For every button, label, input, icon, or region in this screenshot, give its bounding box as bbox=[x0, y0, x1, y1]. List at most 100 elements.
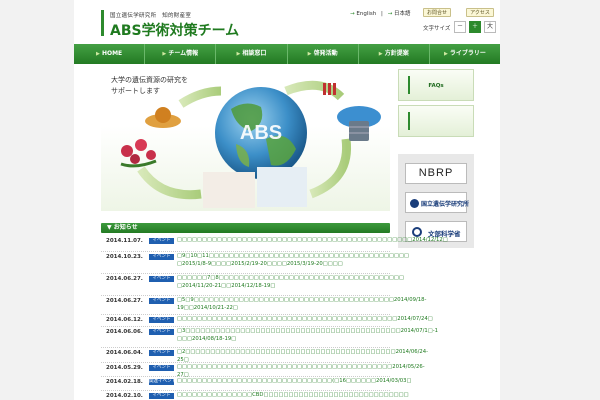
spice-icon bbox=[145, 107, 181, 128]
nav-item-outreach[interactable]: ▶ 啓発活動 bbox=[288, 44, 359, 64]
logo-accent-bar bbox=[101, 10, 104, 36]
nig-logo-icon bbox=[410, 199, 419, 208]
news-item: 2014.06.06. イベント □3□□□□□□□□□□□□□□□□□□□□□… bbox=[101, 327, 438, 348]
news-badge: イベント bbox=[149, 317, 174, 323]
news-date: 2014.06.27. bbox=[106, 276, 143, 282]
news-list: 2014.11.07. イベント □□□□□□□□□□□□□□□□□□□□□□□… bbox=[101, 236, 448, 400]
lang-japanese-link[interactable]: 日本語 bbox=[394, 11, 411, 17]
arrow-right-icon: → bbox=[387, 11, 393, 17]
nav-item-label: ライブラリー bbox=[449, 50, 486, 57]
news-item: 2014.10.23. イベント □9□10□11□□□□□□□□□□□□□□□… bbox=[101, 252, 409, 274]
font-size-medium-button[interactable]: ＋ bbox=[469, 21, 481, 33]
photo-handshake bbox=[203, 172, 255, 208]
news-date: 2014.02.18. bbox=[106, 379, 143, 385]
news-badge: イベント bbox=[149, 298, 174, 304]
flower-icon bbox=[120, 139, 157, 168]
news-link[interactable]: □□□□□□□□□□□□□□□□□□□□□□□□□□□□□□□□□□□□□□□□… bbox=[177, 316, 433, 324]
nav-item-label: 相談窓口 bbox=[242, 50, 267, 57]
nav-item-team-info[interactable]: ▶ チーム情報 bbox=[145, 44, 217, 64]
news-item: 2014.02.18. 関連イベント □□□□□□□□□□□□□□□□□□□□□… bbox=[101, 377, 412, 391]
lang-english-link[interactable]: English bbox=[356, 11, 376, 17]
header: 国立遺伝学研究所 知的財産室 ABS学術対策チーム → English | → … bbox=[74, 0, 500, 44]
page: 国立遺伝学研究所 知的財産室 ABS学術対策チーム → English | → … bbox=[74, 0, 500, 400]
photo-laboratory bbox=[257, 167, 307, 207]
font-size-large-button[interactable]: 大 bbox=[484, 21, 496, 33]
sidebar-link[interactable] bbox=[398, 105, 474, 137]
font-size-small-button[interactable]: － bbox=[454, 21, 466, 33]
cloud-database-icon bbox=[337, 106, 381, 141]
news-link[interactable]: □□□□□□□□□□□□□□□□□□□□□□□□□□□□□□□□□□□□□□□□… bbox=[177, 237, 448, 245]
news-link[interactable]: □□□□□□□□□□□□□□□□□□□□□□□□□□□□□□□(□16□□□□□… bbox=[177, 378, 412, 386]
accent-bar bbox=[408, 112, 410, 130]
nav-item-policy[interactable]: ▶ 方針提案 bbox=[359, 44, 430, 64]
news-date: 2014.06.27. bbox=[106, 298, 143, 304]
nav-item-label: 啓発活動 bbox=[313, 50, 338, 57]
logo-subtitle[interactable]: 国立遺伝学研究所 知的財産室 bbox=[110, 11, 191, 19]
cycle-arrow bbox=[137, 166, 202, 200]
access-button[interactable]: アクセス bbox=[466, 8, 494, 17]
news-item: 2014.06.12. イベント □□□□□□□□□□□□□□□□□□□□□□□… bbox=[101, 315, 433, 327]
news-badge: イベント bbox=[149, 350, 174, 356]
contact-button[interactable]: お問合せ bbox=[423, 8, 451, 17]
news-item: 2014.05.29. イベント □□□□□□□□□□□□□□□□□□□□□□□… bbox=[101, 363, 425, 378]
news-link[interactable]: □5□9□□□□□□□□□□□□□□□□□□□□□□□□□□□□□□□□□□□□… bbox=[177, 297, 426, 312]
news-badge: イベント bbox=[149, 254, 174, 260]
news-item: 2014.11.07. イベント □□□□□□□□□□□□□□□□□□□□□□□… bbox=[101, 236, 448, 252]
news-item: 2014.06.27. イベント □5□9□□□□□□□□□□□□□□□□□□□… bbox=[101, 296, 426, 315]
news-date: 2014.10.23. bbox=[106, 254, 143, 260]
arrow-right-icon: → bbox=[350, 11, 355, 17]
triangle-right-icon: ▶ bbox=[236, 51, 241, 57]
triangle-right-icon: ▶ bbox=[307, 51, 312, 57]
news-heading-label: お知らせ bbox=[113, 224, 138, 231]
news-link[interactable]: □□□□□□□□□□□□□□□CBD□□□□□□□□□□□□□□□□□□□□□□… bbox=[177, 392, 409, 400]
nbrp-banner[interactable]: NBRP bbox=[405, 163, 467, 184]
news-badge: イベント bbox=[149, 276, 174, 282]
triangle-down-icon: ▼ bbox=[107, 224, 112, 231]
nav-item-label: HOME bbox=[101, 50, 123, 57]
nav-item-consultation[interactable]: ▶ 相談窓口 bbox=[216, 44, 288, 64]
hero-image: 大学の遺伝資源の研究を サポートします ABS bbox=[101, 69, 390, 211]
news-item: 2014.02.10. イベント □□□□□□□□□□□□□□□CBD□□□□□… bbox=[101, 391, 409, 400]
news-link[interactable]: □9□10□11□□□□□□□□□□□□□□□□□□□□□□□□□□□□□□□□… bbox=[177, 253, 409, 268]
language-switcher: → English | → 日本語 bbox=[350, 9, 410, 17]
triangle-right-icon: ▶ bbox=[378, 51, 383, 57]
news-item: 2014.06.27. イベント □□□□□□7□8□□□□□□□□□□□□□□… bbox=[101, 274, 404, 296]
news-item: 2014.06.04. イベント □2□□□□□□□□□□□□□□□□□□□□□… bbox=[101, 348, 428, 364]
triangle-right-icon: ▶ bbox=[443, 51, 448, 57]
nav-item-home[interactable]: ▶ HOME bbox=[74, 44, 146, 64]
news-badge: イベント bbox=[149, 365, 174, 371]
divider: | bbox=[380, 11, 383, 17]
hero-illustration: ABS bbox=[120, 80, 381, 208]
nav-item-label: チーム情報 bbox=[168, 50, 199, 57]
nig-banner[interactable]: 国立遺伝学研究所 bbox=[405, 192, 470, 213]
news-date: 2014.06.04. bbox=[106, 350, 143, 356]
news-date: 2014.02.10. bbox=[106, 393, 143, 399]
triangle-right-icon: ▶ bbox=[96, 51, 100, 57]
news-date: 2014.11.07. bbox=[106, 238, 143, 244]
triangle-right-icon: ▶ bbox=[162, 51, 167, 57]
cycle-arrow bbox=[178, 86, 222, 108]
news-link[interactable]: □□□□□□7□8□□□□□□□□□□□□□□□□□□□□□□□□□□□□□□□… bbox=[177, 275, 404, 290]
site-logo[interactable]: ABS学術対策チーム bbox=[110, 20, 239, 40]
faq-label: FAQs bbox=[428, 83, 444, 89]
font-size-label: 文字サイズ bbox=[423, 26, 451, 32]
news-badge: イベント bbox=[149, 238, 174, 244]
news-date: 2014.06.12. bbox=[106, 317, 143, 323]
sidebar: FAQs bbox=[398, 69, 474, 141]
news-badge: 関連イベント bbox=[149, 379, 174, 385]
cycle-arrow bbox=[309, 138, 352, 199]
news-date: 2014.05.29. bbox=[106, 365, 143, 371]
mext-logo-icon bbox=[412, 227, 422, 237]
nav-item-library[interactable]: ▶ ライブラリー bbox=[430, 44, 500, 64]
news-badge: イベント bbox=[149, 329, 174, 335]
main-nav: ▶ HOME ▶ チーム情報 ▶ 相談窓口 ▶ 啓発活動 ▶ 方針提案 ▶ ライ… bbox=[74, 44, 500, 64]
globe-label: ABS bbox=[240, 122, 282, 144]
news-link[interactable]: □2□□□□□□□□□□□□□□□□□□□□□□□□□□□□□□□□□□□□□□… bbox=[177, 349, 428, 364]
news-date: 2014.06.06. bbox=[106, 329, 143, 335]
nig-banner-label: 国立遺伝学研究所 bbox=[421, 201, 470, 208]
test-tube-icon bbox=[323, 83, 336, 95]
news-link[interactable]: □3□□□□□□□□□□□□□□□□□□□□□□□□□□□□□□□□□□□□□□… bbox=[177, 328, 438, 343]
banner-area: NBRP 国立遺伝学研究所 文部科学省 bbox=[398, 154, 474, 248]
faq-link[interactable]: FAQs bbox=[398, 69, 474, 101]
news-badge: イベント bbox=[149, 393, 174, 399]
